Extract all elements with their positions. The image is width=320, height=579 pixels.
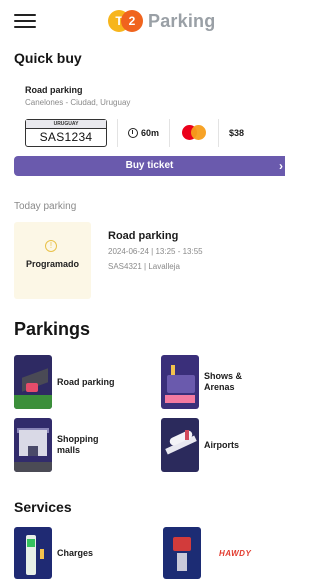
divider xyxy=(218,119,220,147)
buy-ticket-button[interactable]: Buy ticket › xyxy=(14,156,285,176)
alert-icon: ! xyxy=(45,240,57,252)
quick-buy-card-title: Road parking xyxy=(25,85,83,95)
divider xyxy=(117,119,118,147)
road-parking-image xyxy=(14,355,52,409)
chevron-right-icon: › xyxy=(279,159,283,173)
parking-shows-label: Shows & Arenas xyxy=(204,371,243,392)
today-parking-status-tile[interactable]: ! Programado xyxy=(14,222,91,299)
shopping-malls-image xyxy=(14,418,52,472)
quick-buy-title: Quick buy xyxy=(14,50,82,66)
parking-road[interactable]: Road parking xyxy=(14,353,134,411)
divider xyxy=(169,119,171,147)
parking-airports-label: Airports xyxy=(204,439,240,450)
price: $38 xyxy=(229,128,245,138)
buy-ticket-label: Buy ticket xyxy=(125,160,174,171)
today-parking-plate-location: SAS4321 | Lavalleja xyxy=(108,262,180,271)
plate-country: URUGUAY xyxy=(26,120,106,129)
quick-buy-card-subtitle: Canelones - Ciudad, Uruguay xyxy=(25,98,131,107)
duration-selector[interactable]: 60m xyxy=(128,128,159,138)
airports-image xyxy=(161,418,199,472)
service-hawdy[interactable]: HAWDY xyxy=(163,527,283,579)
parking-road-label: Road parking xyxy=(57,376,115,387)
logo-badge: T 2 xyxy=(108,10,143,32)
parking-malls-label: Shopping malls xyxy=(57,434,99,455)
shows-arenas-image xyxy=(161,355,199,409)
service-charges[interactable]: Charges xyxy=(14,527,134,579)
logo-badge-right: 2 xyxy=(121,10,143,32)
parkings-title: Parkings xyxy=(14,319,91,339)
today-parking-title: Today parking xyxy=(14,201,77,212)
license-plate[interactable]: URUGUAY SAS1234 xyxy=(25,119,107,147)
hawdy-logo: HAWDY xyxy=(219,548,252,558)
today-parking-status: Programado xyxy=(25,259,79,269)
services-title: Services xyxy=(14,499,72,515)
logo-text: Parking xyxy=(148,10,216,31)
app-header: T 2 Parking xyxy=(0,0,285,42)
menu-icon[interactable] xyxy=(14,14,36,30)
today-parking-name: Road parking xyxy=(108,230,179,242)
service-charges-label: Charges xyxy=(57,547,94,558)
charges-image xyxy=(14,527,52,579)
duration-value: 60m xyxy=(141,128,160,138)
mastercard-icon[interactable] xyxy=(180,124,208,142)
parking-shows-arenas[interactable]: Shows & Arenas xyxy=(161,353,281,411)
quick-buy-options: URUGUAY SAS1234 60m $38 xyxy=(25,118,285,148)
today-parking-time: 2024-06-24 | 13:25 - 13:55 xyxy=(108,247,203,256)
hawdy-image xyxy=(163,527,201,579)
clock-icon xyxy=(128,128,138,138)
parking-shopping-malls[interactable]: Shopping malls xyxy=(14,416,134,474)
parking-airports[interactable]: Airports xyxy=(161,416,281,474)
plate-number: SAS1234 xyxy=(39,130,93,144)
app-logo: T 2 Parking xyxy=(108,10,215,32)
